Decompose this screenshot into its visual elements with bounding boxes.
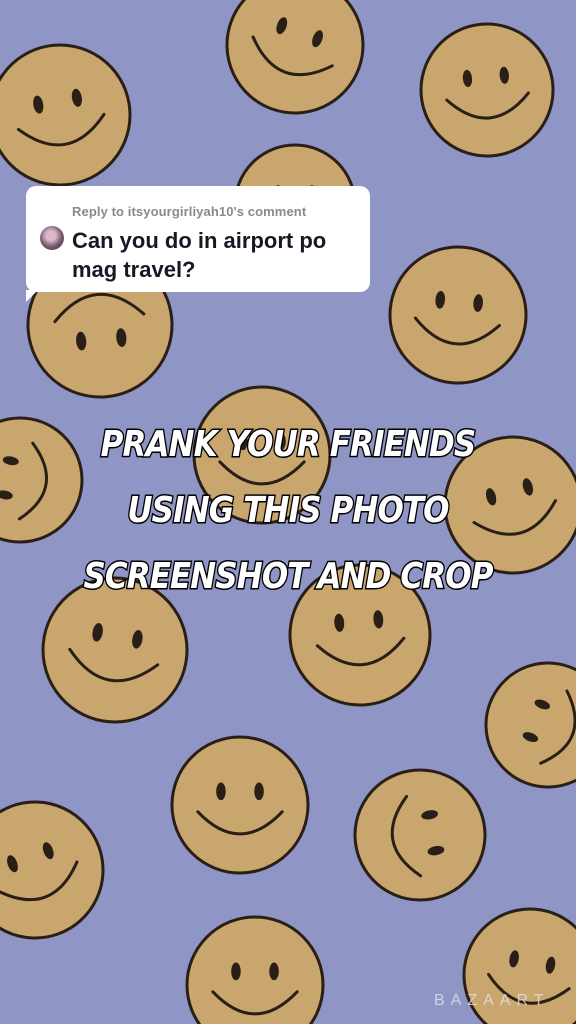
smiley-face-icon [353,768,487,902]
overlay-caption: PRANK YOUR FRIENDS USING THIS PHOTO SCRE… [40,412,535,610]
bazaart-watermark: BAZAART [434,992,550,1009]
caption-line-3: SCREENSHOT AND CROP [82,555,495,599]
caption-line-2: USING THIS PHOTO [126,489,451,533]
smiley-face-icon [225,0,365,115]
smiley-face-icon [484,661,576,789]
caption-line-1: PRANK YOUR FRIENDS [99,423,477,467]
reply-comment-text: Can you do in airport po mag travel? [72,228,327,282]
smiley-face-icon [185,915,325,1024]
smiley-face-icon [0,43,132,187]
commenter-avatar [40,226,64,250]
smiley-face-icon [170,735,310,875]
smiley-face-icon [419,22,555,158]
smiley-face-icon [388,245,528,385]
reply-header: Reply to itsyourgirliyah10's comment [72,204,307,219]
smiley-face-icon [0,800,105,940]
